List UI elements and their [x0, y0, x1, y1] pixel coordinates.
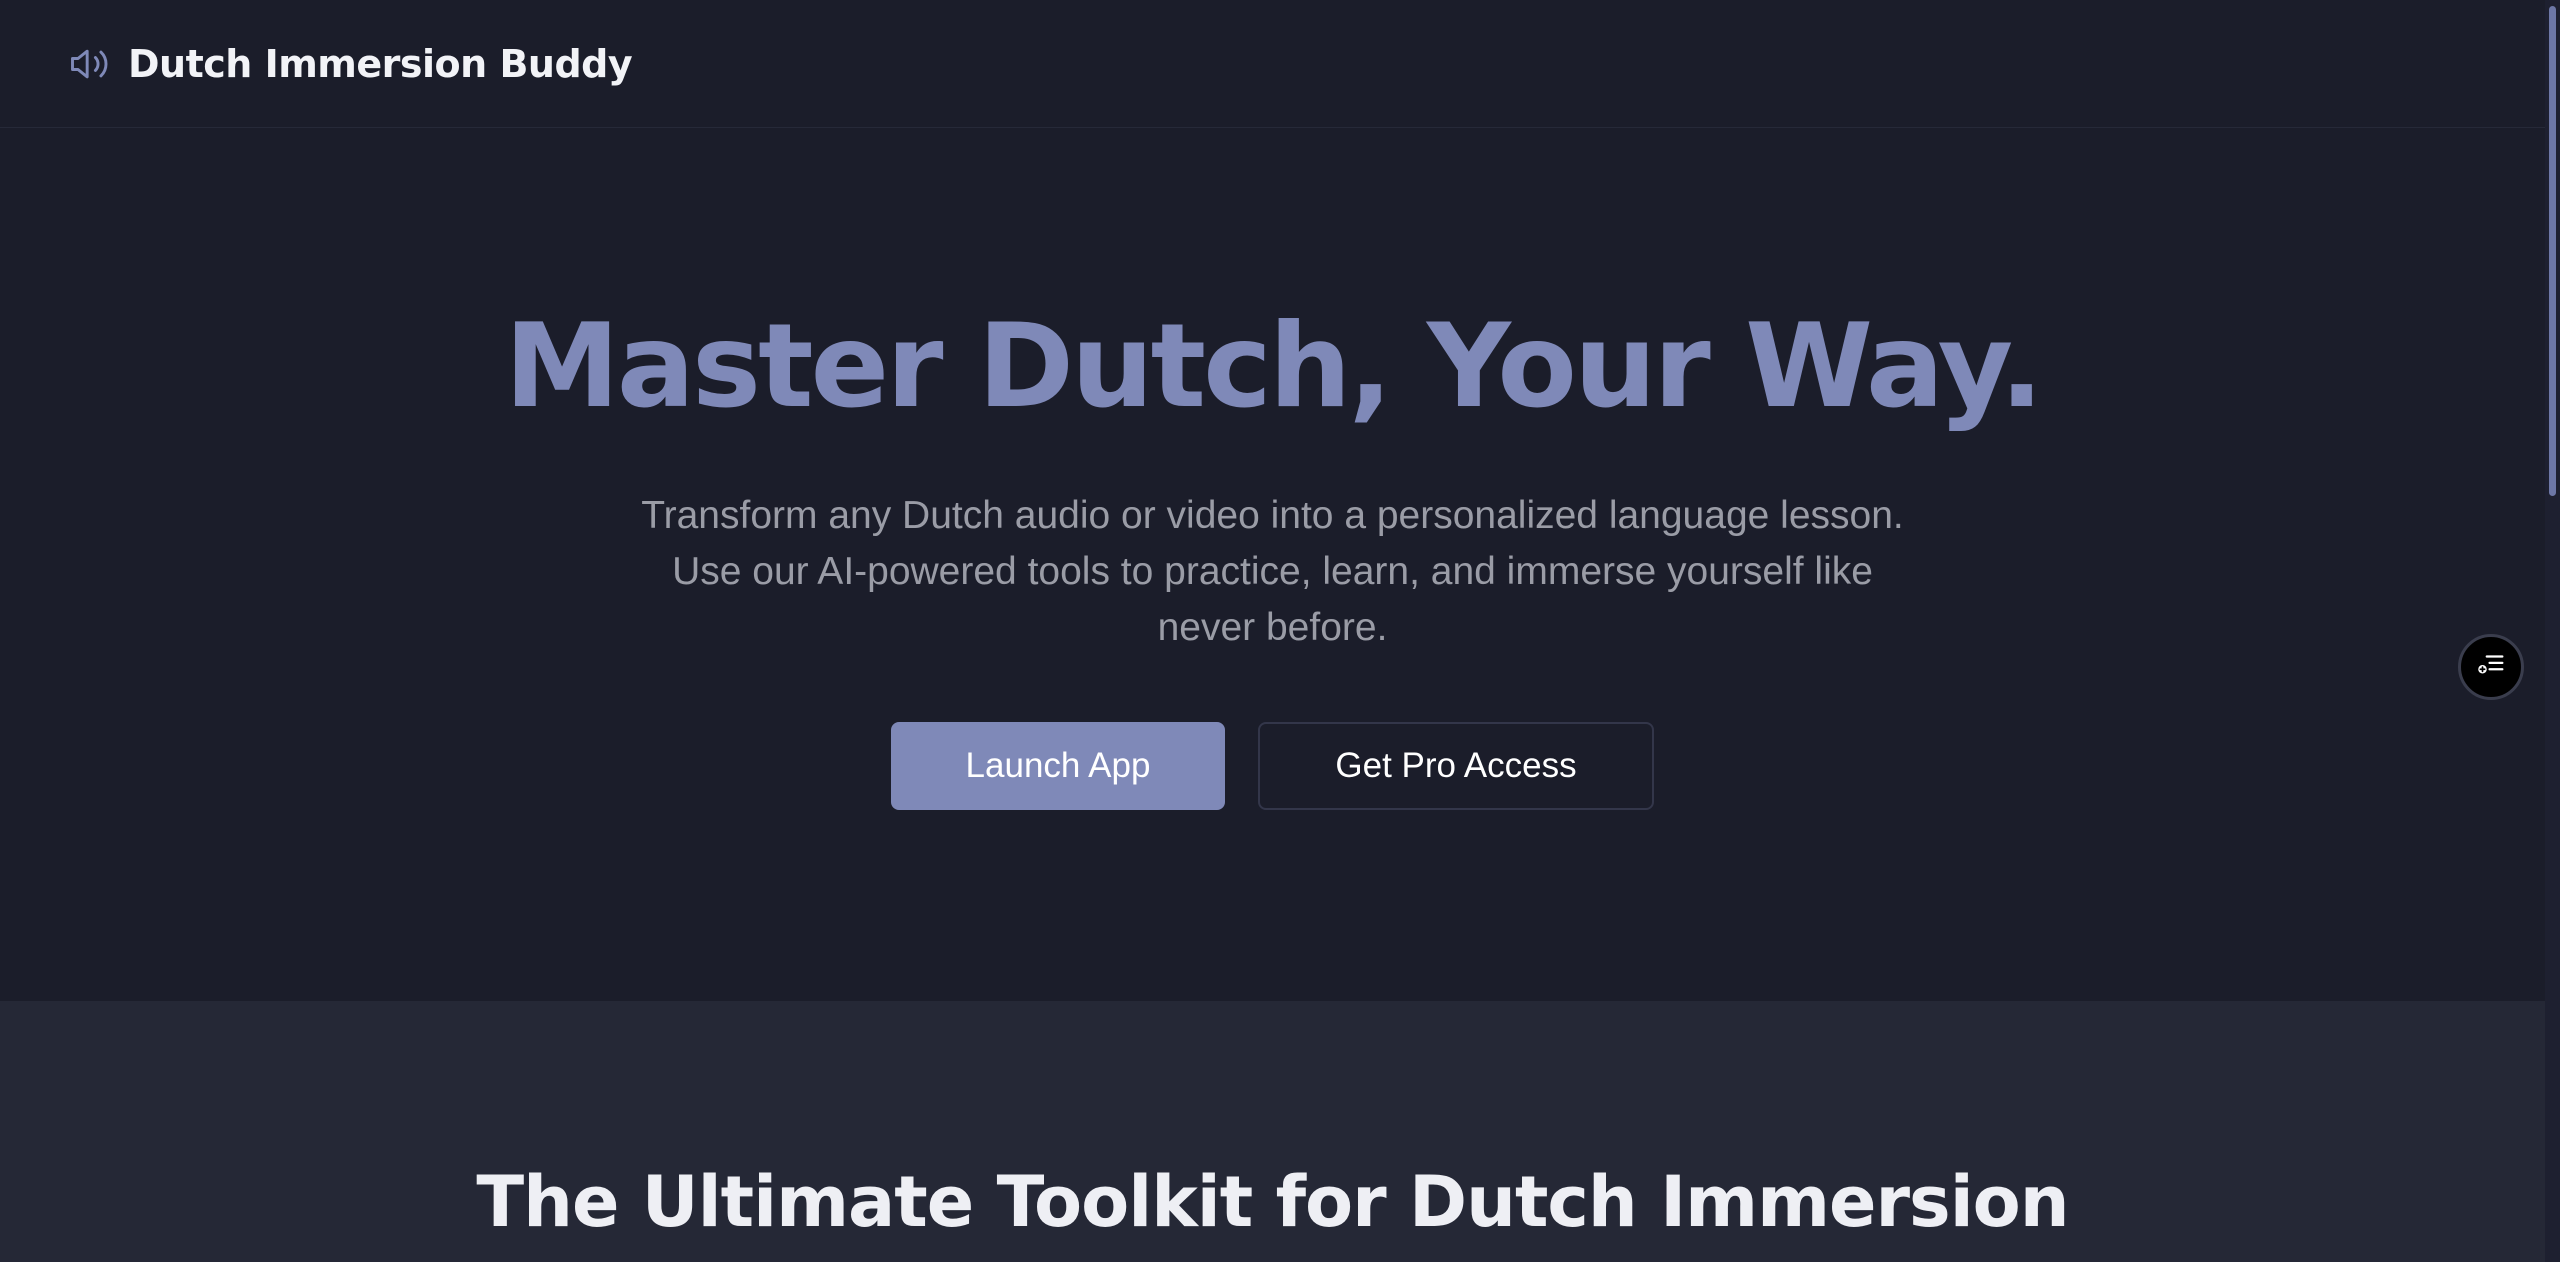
landing-page: Dutch Immersion Buddy Master Dutch, Your…: [0, 0, 2560, 1262]
floating-reader-button[interactable]: [2458, 634, 2524, 700]
page-scrollbar[interactable]: [2545, 0, 2560, 1262]
speaker-icon: [66, 41, 112, 87]
scrollbar-thumb[interactable]: [2549, 6, 2556, 496]
get-pro-access-button[interactable]: Get Pro Access: [1258, 722, 1654, 810]
hero-subtitle: Transform any Dutch audio or video into …: [641, 494, 1904, 649]
hero-title: Master Dutch, Your Way.: [504, 299, 2043, 434]
brand-name[interactable]: Dutch Immersion Buddy: [128, 42, 633, 86]
hero-actions: Launch App Get Pro Access: [0, 722, 2545, 810]
site-header: Dutch Immersion Buddy: [0, 0, 2545, 128]
toolkit-title: The Ultimate Toolkit for Dutch Immersion: [476, 1161, 2069, 1243]
reader-list-icon: [2474, 648, 2508, 686]
hero-section: Master Dutch, Your Way. Transform any Du…: [0, 129, 2545, 1001]
launch-app-button[interactable]: Launch App: [891, 722, 1225, 810]
toolkit-section: The Ultimate Toolkit for Dutch Immersion: [0, 1001, 2545, 1262]
